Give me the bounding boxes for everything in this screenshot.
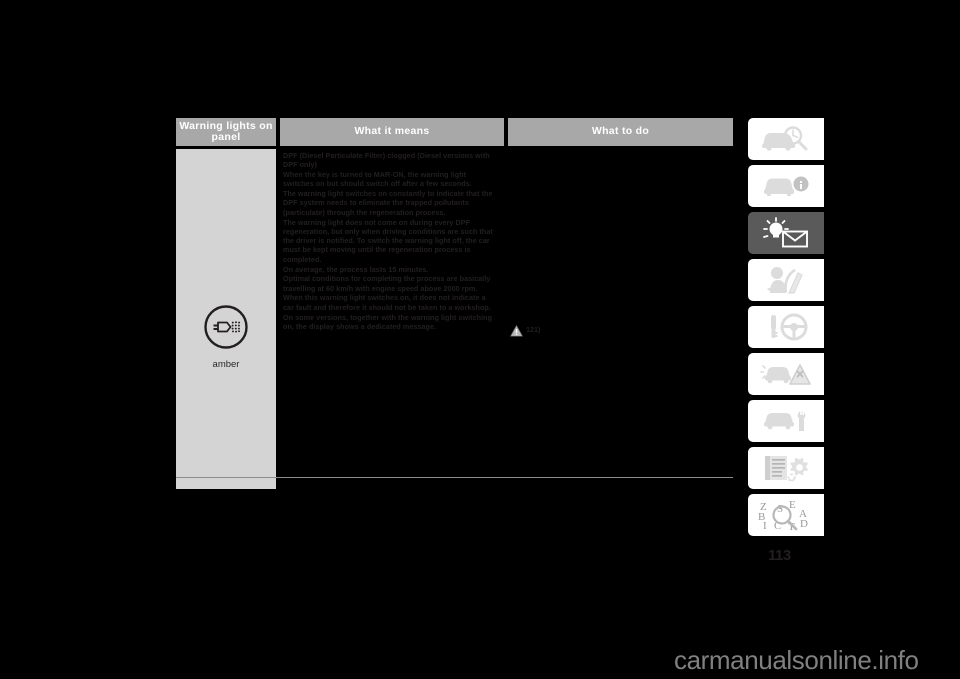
svg-text:E: E [789,499,796,511]
svg-text:D: D [800,518,808,530]
car-warning-triangle-icon [760,364,811,385]
table-cell-what-to-do: 121) [508,149,733,489]
table-header-row: Warning lights on panel What it means Wh… [176,118,733,146]
todo-content: 121) [510,325,540,337]
means-paragraph-2: When the key is turned to MAR-ON, the wa… [283,170,472,189]
sidebar-item-in-an-emergency[interactable] [748,353,824,395]
page-number: 113 [768,547,791,564]
sidebar-item-maintenance-and-care[interactable] [748,400,824,442]
symbol-color-label: amber [212,359,240,370]
sidebar-item-warning-lights-and-messages[interactable] [748,212,824,254]
section-tabs-sidebar: Z B I C S T E A D [748,118,826,541]
watermark: carmanualsonline.info [674,645,919,675]
means-paragraph-4: The warning light does not come on durin… [283,217,493,264]
symbol-holder: amber [176,304,276,370]
alphabet-magnifier-icon: Z B I C S T E A D [758,499,808,532]
table-header-what-to-do: What to do [508,118,733,146]
todo-reference-text: 121) [526,325,541,334]
table-header-what-it-means: What it means [280,118,504,146]
table-header-warning-lights: Warning lights on panel [176,118,276,146]
sidebar-item-starting-and-driving[interactable] [748,306,824,348]
document-gears-icon [765,456,808,482]
means-paragraph-5: On average, the process lasts 15 minutes… [283,264,429,274]
warning-triangle-icon [510,325,523,337]
means-paragraph-7: When this warning light switches on, it … [283,293,491,312]
sidebar-item-safety[interactable] [748,259,824,301]
sidebar-item-technical-specifications[interactable] [748,447,824,489]
warning-light-envelope-icon [763,217,808,248]
means-paragraph-8: On some versions, together with the warn… [283,312,493,331]
means-paragraph-1: DPF (Diesel Particulate Filter) clogged … [283,151,490,170]
car-info-icon [764,176,809,196]
means-paragraph-3: The warning light switches on constantly… [283,189,493,217]
warning-lights-table: Warning lights on panel What it means Wh… [176,118,733,489]
table-bottom-rule [176,477,733,478]
table-cell-symbol: amber [176,149,276,489]
car-wrench-icon [764,410,806,431]
dpf-exhaust-filter-icon [204,305,248,349]
key-steering-wheel-icon [771,313,808,341]
sidebar-item-dashboard-and-controls[interactable] [748,118,824,160]
means-paragraph-6: Optimal conditions for completing the pr… [283,274,491,293]
svg-text:S: S [777,503,783,515]
table-row: amber DPF (Diesel Particulate Filter) cl… [176,149,733,489]
sidebar-item-alphabetical-index[interactable]: Z B I C S T E A D [748,494,824,536]
manual-page: Warning lights on panel What it means Wh… [0,0,960,679]
car-magnifier-icon [762,126,808,151]
table-cell-what-it-means: DPF (Diesel Particulate Filter) clogged … [280,149,504,489]
sidebar-item-knowing-your-car[interactable] [748,165,824,207]
svg-text:I: I [763,520,767,532]
seatbelt-person-icon [767,267,803,294]
